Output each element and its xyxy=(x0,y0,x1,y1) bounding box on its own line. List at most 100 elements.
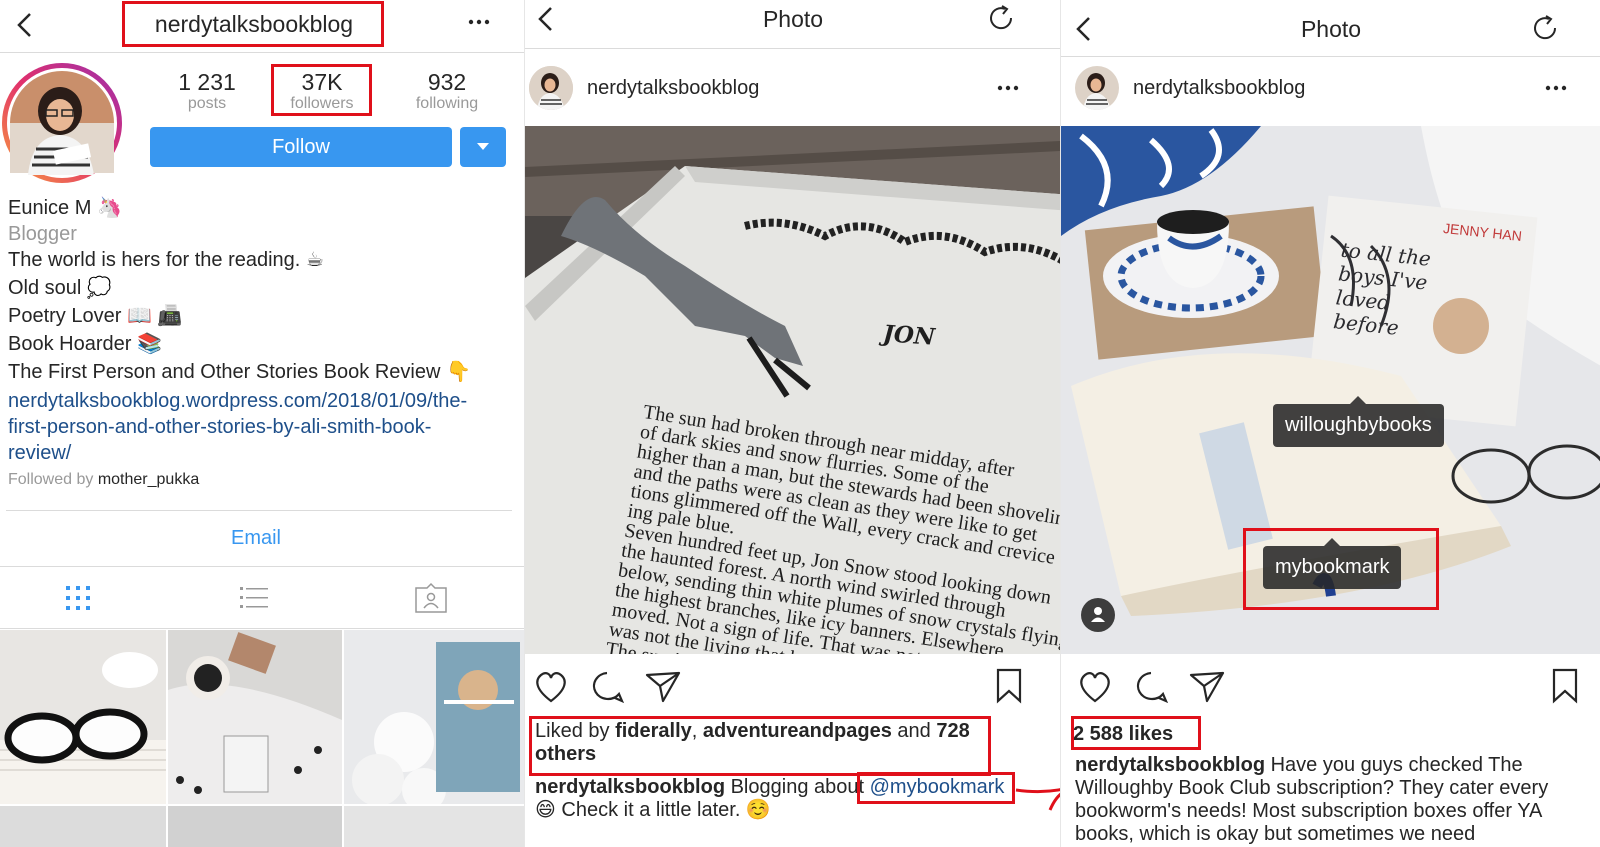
bio-line-3: Poetry Lover 📖 📠 xyxy=(8,305,183,327)
tab-list-view[interactable] xyxy=(238,584,270,612)
divider xyxy=(0,566,524,567)
book-flowers-photo xyxy=(344,630,524,804)
profile-category: Blogger xyxy=(8,223,77,245)
liked-separator: , xyxy=(691,720,698,742)
caption-line-2: 😄 Check it a little later. ☺️ xyxy=(535,799,771,821)
avatar-photo xyxy=(529,66,573,110)
tab-tagged-view[interactable] xyxy=(414,582,448,614)
tagged-people-button[interactable] xyxy=(1081,598,1115,632)
post-panel-1: Photo nerdytalksbookblog JON The sun had… xyxy=(524,0,1060,847)
bio-link-line-1: nerdytalksbookblog.wordpress.com/2018/01… xyxy=(8,390,468,412)
post-author-username[interactable]: nerdytalksbookblog xyxy=(1133,76,1305,100)
stat-posts[interactable]: 1 231 posts xyxy=(152,68,262,112)
comment-button[interactable] xyxy=(589,670,625,704)
grid-photo[interactable] xyxy=(344,806,524,847)
liked-count[interactable]: 728 xyxy=(936,720,969,742)
divider xyxy=(6,510,512,511)
caption-text: Have you guys checked The xyxy=(1270,754,1523,776)
comment-button[interactable] xyxy=(1133,670,1169,704)
tagged-person-icon xyxy=(415,582,447,613)
caption-text: Blogging about xyxy=(730,776,865,798)
email-button[interactable]: Email xyxy=(0,526,512,550)
grid-photo[interactable] xyxy=(344,630,524,804)
caption-username[interactable]: nerdytalksbookblog xyxy=(535,776,725,798)
grid-photo[interactable] xyxy=(0,630,166,804)
share-button[interactable] xyxy=(1189,670,1225,704)
list-icon xyxy=(240,587,268,608)
header-divider xyxy=(0,52,524,53)
product-tag-mybookmark[interactable]: mybookmark xyxy=(1263,538,1402,589)
bookmark-icon xyxy=(996,668,1022,704)
profile-name-row: Eunice M 🦄 xyxy=(8,196,122,220)
header-divider xyxy=(525,48,1060,49)
stat-following[interactable]: 932 following xyxy=(392,68,502,112)
post-panel-2: Photo nerdytalksbookblog JENNY HAN to al… xyxy=(1060,0,1600,847)
grid-photo[interactable] xyxy=(0,806,166,847)
grid-photo[interactable] xyxy=(168,630,342,804)
profile-name: Eunice M xyxy=(8,197,92,219)
liked-by: Liked by fiderally, adventureandpages an… xyxy=(535,720,979,766)
refresh-button[interactable] xyxy=(1531,14,1561,44)
unicorn-icon: 🦄 xyxy=(96,197,122,219)
save-button[interactable] xyxy=(1551,668,1579,704)
suggestions-dropdown-button[interactable] xyxy=(460,127,506,167)
bio-link[interactable]: nerdytalksbookblog.wordpress.com/2018/01… xyxy=(8,388,467,466)
liked-and: and xyxy=(897,720,931,742)
stat-posts-value: 1 231 xyxy=(178,69,236,95)
likes-count[interactable]: 2 588 likes xyxy=(1073,722,1173,746)
post-author-avatar[interactable] xyxy=(1075,66,1119,110)
follow-button[interactable]: Follow xyxy=(150,127,452,167)
avatar-photo xyxy=(7,68,117,178)
more-options-button[interactable] xyxy=(466,12,492,32)
triangle-down-icon xyxy=(477,143,489,150)
refresh-button[interactable] xyxy=(987,4,1017,34)
profile-avatar[interactable] xyxy=(2,63,122,183)
liked-prefix: Liked by xyxy=(535,720,610,742)
refresh-icon xyxy=(990,5,1013,30)
followed-by-prefix: Followed by xyxy=(8,471,94,488)
bio-line-1: The world is hers for the reading. ☕ xyxy=(8,249,324,271)
stat-following-value: 932 xyxy=(427,69,467,95)
post-caption: nerdytalksbookblog Have you guys checked… xyxy=(1075,754,1595,846)
book-cover-title: to all the boys I've loved before xyxy=(1332,237,1433,340)
post-caption: nerdytalksbookblog Blogging about @myboo… xyxy=(535,776,1055,799)
stat-followers[interactable]: 37K followers xyxy=(272,68,372,112)
back-button[interactable] xyxy=(10,8,40,42)
bio-link-line-3: review/ xyxy=(8,442,72,464)
liked-user-1[interactable]: fiderally xyxy=(615,720,692,742)
post-author-avatar[interactable] xyxy=(529,66,573,110)
stat-following-label: following xyxy=(415,95,479,112)
glasses-book-photo xyxy=(0,630,166,804)
like-button[interactable] xyxy=(533,670,569,704)
more-horizontal-icon xyxy=(1545,85,1567,91)
save-button[interactable] xyxy=(995,668,1023,704)
post-more-button[interactable] xyxy=(1543,78,1569,98)
paper-plane-icon xyxy=(1189,671,1225,703)
liked-others[interactable]: others xyxy=(535,743,596,765)
followed-by: Followed by mother_pukka xyxy=(8,470,199,490)
heart-icon xyxy=(1080,672,1110,703)
like-button[interactable] xyxy=(1077,670,1113,704)
caption-mention[interactable]: @mybookmark xyxy=(870,776,1005,798)
tab-grid-view[interactable] xyxy=(62,584,94,612)
post-image[interactable]: JON The sun had broken through near midd… xyxy=(525,126,1060,654)
chapter-title: JON xyxy=(882,320,936,351)
comment-icon xyxy=(1136,671,1169,704)
caption-line: books, which is okay but sometimes we ne… xyxy=(1075,823,1476,845)
post-author-username[interactable]: nerdytalksbookblog xyxy=(587,76,759,100)
bio-line-5: The First Person and Other Stories Book … xyxy=(8,361,471,383)
post-more-button[interactable] xyxy=(995,78,1021,98)
share-button[interactable] xyxy=(645,670,681,704)
followed-by-user[interactable]: mother_pukka xyxy=(98,471,199,488)
stat-posts-label: posts xyxy=(187,95,227,112)
more-horizontal-icon xyxy=(468,19,490,25)
comment-icon xyxy=(592,671,625,704)
refresh-icon xyxy=(1534,15,1557,40)
caption-username[interactable]: nerdytalksbookblog xyxy=(1075,754,1265,776)
bio-link-line-2: first-person-and-other-stories-by-ali-sm… xyxy=(8,416,432,438)
paper-plane-icon xyxy=(645,671,681,703)
grid-photo[interactable] xyxy=(168,806,342,847)
page-title: Photo xyxy=(762,6,824,32)
product-tag-willoughbybooks[interactable]: willoughbybooks xyxy=(1273,396,1444,447)
liked-user-2[interactable]: adventureandpages xyxy=(703,720,892,742)
